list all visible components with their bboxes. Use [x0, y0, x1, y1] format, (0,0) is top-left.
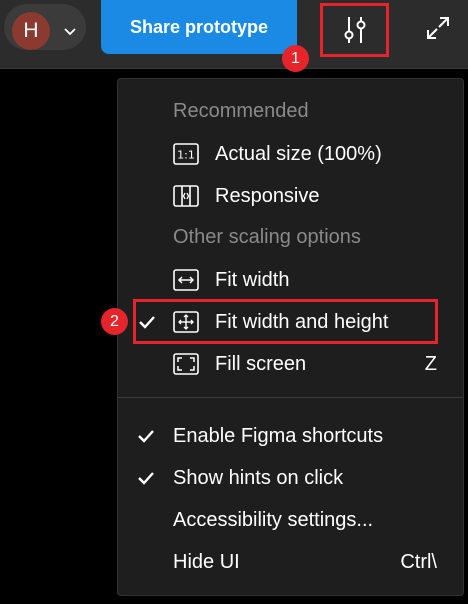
- menu-item-show-hints-label: Show hints on click: [173, 466, 344, 489]
- menu-item-show-hints[interactable]: Show hints on click: [118, 458, 463, 498]
- menu-item-actual-size-label: Actual size (100%): [215, 142, 382, 165]
- step-badge-1-label: 1: [291, 49, 300, 67]
- menu-item-fill-screen-label: Fill screen: [215, 352, 307, 375]
- menu-item-hide-ui[interactable]: Hide UI Ctrl\: [118, 542, 463, 582]
- menu-item-hide-ui-label: Hide UI: [173, 550, 240, 573]
- other-scaling-heading: Other scaling options: [173, 226, 361, 248]
- hide-ui-shortcut: Ctrl\: [400, 550, 437, 573]
- top-toolbar: H Share prototype: [0, 0, 468, 69]
- expand-icon: [427, 17, 449, 39]
- sliders-icon: [344, 17, 365, 43]
- avatar[interactable]: H: [12, 12, 50, 50]
- menu-item-fill-screen[interactable]: Fill screen Z: [118, 344, 463, 384]
- menu-item-enable-shortcuts-label: Enable Figma shortcuts: [173, 424, 384, 447]
- menu-item-responsive-label: Responsive: [215, 184, 320, 207]
- menu-item-responsive[interactable]: Responsive: [118, 176, 463, 216]
- share-prototype-label: Share prototype: [129, 16, 269, 37]
- recommended-heading: Recommended: [173, 100, 309, 122]
- user-menu[interactable]: H: [4, 4, 86, 50]
- share-prototype-button[interactable]: Share prototype: [101, 0, 297, 54]
- fit-width-icon: [173, 267, 199, 293]
- menu-item-accessibility-label: Accessibility settings...: [173, 508, 374, 531]
- one-to-one-icon: 1:1: [173, 141, 199, 167]
- check-icon: [138, 472, 154, 485]
- svg-text:1:1: 1:1: [177, 149, 195, 162]
- chevron-down-icon[interactable]: [62, 23, 78, 39]
- menu-divider: [118, 397, 463, 398]
- highlight-box-fit-width-height: [133, 299, 438, 344]
- menu-item-accessibility[interactable]: Accessibility settings...: [118, 500, 463, 540]
- fill-screen-shortcut: Z: [424, 352, 437, 375]
- prototype-settings-button[interactable]: [320, 3, 389, 57]
- menu-item-fit-width-label: Fit width: [215, 268, 290, 291]
- step-badge-2: 2: [101, 308, 128, 335]
- responsive-icon: [173, 183, 199, 209]
- check-icon: [138, 430, 154, 443]
- step-badge-1: 1: [282, 45, 309, 72]
- fullscreen-button[interactable]: [420, 10, 456, 46]
- menu-item-enable-shortcuts[interactable]: Enable Figma shortcuts: [118, 416, 463, 456]
- avatar-initial: H: [23, 19, 39, 42]
- step-badge-2-label: 2: [110, 312, 119, 330]
- fill-screen-icon: [173, 351, 199, 377]
- scaling-options-menu: Recommended 1:1 Actual size (100%) Respo…: [117, 78, 464, 596]
- menu-item-fit-width[interactable]: Fit width: [118, 260, 463, 300]
- menu-item-actual-size[interactable]: 1:1 Actual size (100%): [118, 134, 463, 174]
